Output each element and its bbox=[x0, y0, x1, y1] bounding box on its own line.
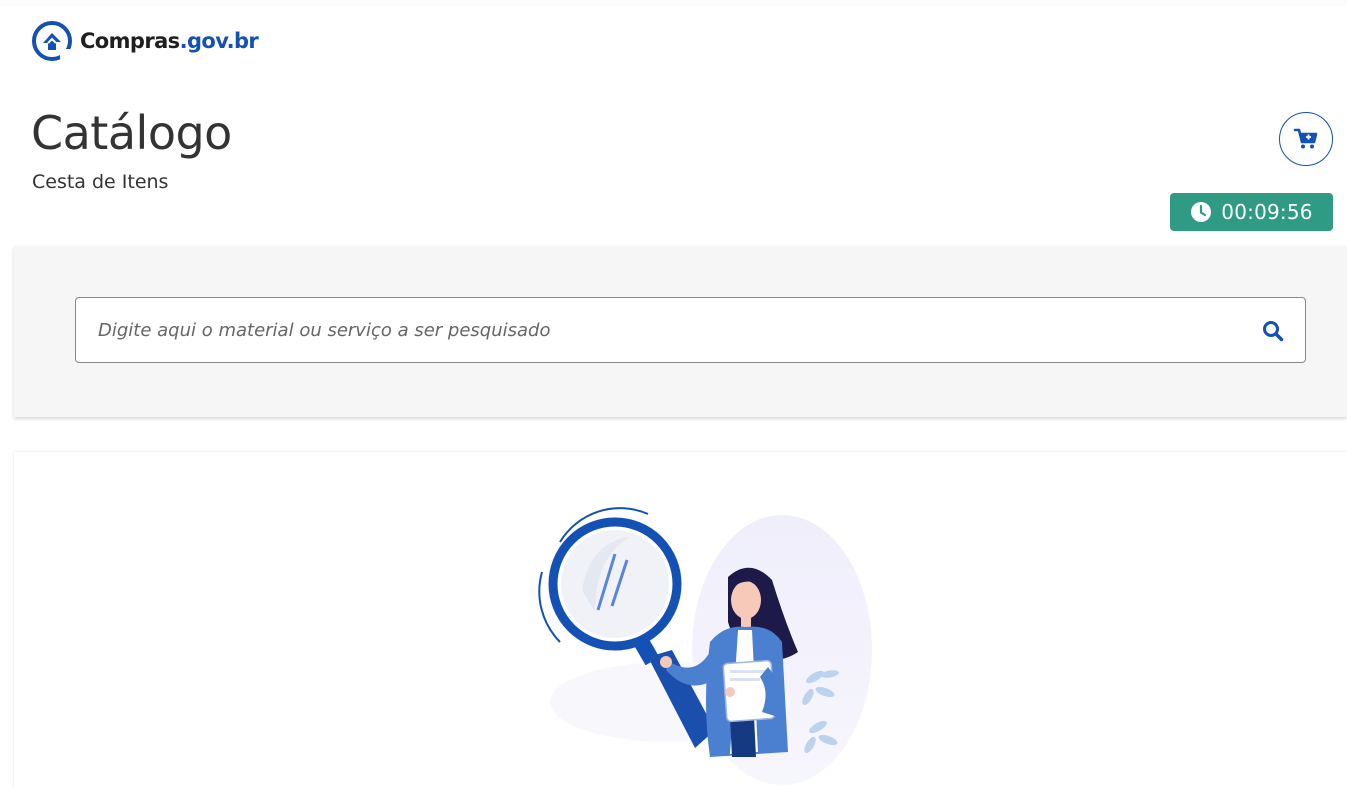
brand-name: Compras.gov.br bbox=[80, 29, 259, 53]
cart-plus-icon bbox=[1293, 128, 1318, 149]
page-subtitle: Cesta de Itens bbox=[32, 171, 169, 193]
clock-icon bbox=[1191, 202, 1212, 222]
cart-button[interactable] bbox=[1279, 112, 1333, 166]
session-timer-badge: 00:09:56 bbox=[1170, 193, 1333, 231]
search-box bbox=[75, 297, 1306, 363]
page-title: Catálogo bbox=[31, 106, 232, 160]
search-panel bbox=[14, 246, 1347, 417]
results-card bbox=[14, 452, 1347, 788]
top-strip bbox=[0, 0, 1347, 6]
search-input[interactable] bbox=[76, 298, 1246, 362]
session-timer-value: 00:09:56 bbox=[1221, 200, 1313, 224]
brand-domain: .gov.br bbox=[179, 29, 259, 53]
brand-logo[interactable]: Compras.gov.br bbox=[30, 18, 259, 64]
search-icon bbox=[1263, 321, 1284, 342]
page: Compras.gov.br Catálogo Cesta de Itens 0… bbox=[0, 0, 1347, 788]
search-button[interactable] bbox=[1256, 314, 1290, 348]
search-illustration-icon bbox=[538, 507, 872, 785]
compras-logo-icon bbox=[32, 21, 72, 61]
